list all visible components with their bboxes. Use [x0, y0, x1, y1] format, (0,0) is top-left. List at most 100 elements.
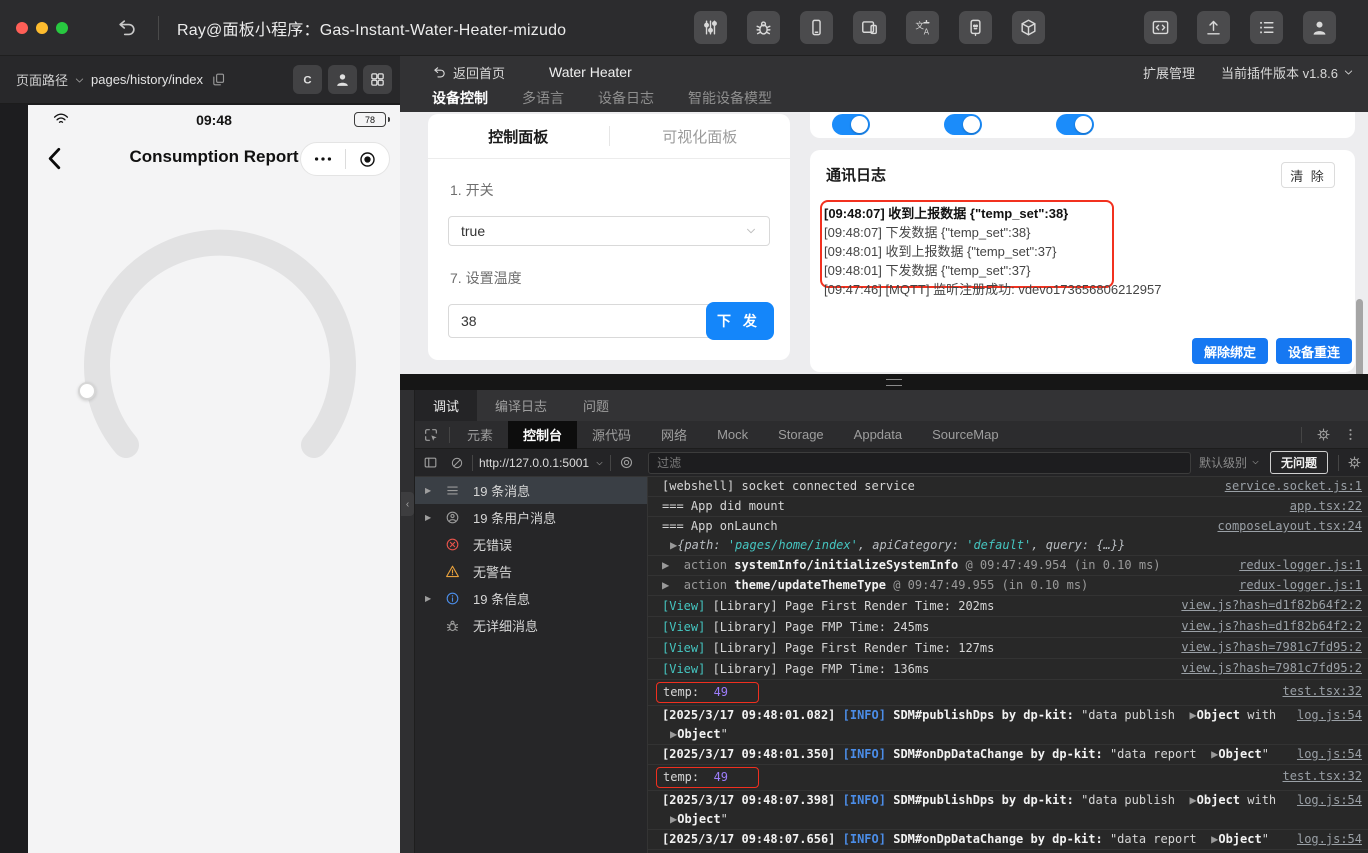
source-link[interactable]: composeLayout.tsx:24: [1218, 517, 1363, 536]
phone-simulator[interactable]: 09:48 78 Consumption Report: [28, 105, 400, 853]
compile-button[interactable]: C: [293, 65, 322, 94]
console-log-row[interactable]: [View] [Library] Page FMP Time: 136msvie…: [648, 659, 1368, 680]
expand-arrow-icon[interactable]: ▶: [425, 486, 431, 495]
console-log-row[interactable]: [2025/3/17 09:48:07.656] [INFO] SDM#onDp…: [648, 830, 1368, 850]
capsule-menu-button[interactable]: [301, 148, 345, 170]
panel-tab-Mock[interactable]: Mock: [702, 421, 763, 449]
device-face-button[interactable]: [959, 11, 992, 44]
source-link[interactable]: log.js:54: [1297, 706, 1362, 725]
console-log-row[interactable]: === App did mountapp.tsx:22: [648, 497, 1368, 517]
list-menu-button[interactable]: [1250, 11, 1283, 44]
device-tab-多语言[interactable]: 多语言: [522, 88, 564, 108]
console-sidebar-item[interactable]: 无错误: [415, 531, 647, 558]
console-tab-编译日志[interactable]: 编译日志: [477, 390, 565, 421]
source-link[interactable]: test.tsx:32: [1283, 682, 1362, 701]
panel-tab-Storage[interactable]: Storage: [763, 421, 839, 449]
console-log-row[interactable]: temp: 49test.tsx:32: [648, 765, 1368, 791]
console-sidebar-item[interactable]: ▶19 条信息: [415, 585, 647, 612]
console-log-row[interactable]: ▶ action theme/updateThemeType @ 09:47:4…: [648, 576, 1368, 596]
remote-debug-button[interactable]: [853, 11, 886, 44]
consumption-gauge[interactable]: [28, 213, 400, 513]
grid-button[interactable]: [363, 65, 392, 94]
live-expression-icon[interactable]: [619, 455, 634, 470]
console-log-row[interactable]: [2025/3/17 09:48:01.350] [INFO] SDM#onDp…: [648, 745, 1368, 765]
log-object-preview[interactable]: ▶Object": [662, 725, 1362, 744]
console-tab-问题[interactable]: 问题: [565, 390, 627, 421]
dp-toggle-switch[interactable]: [944, 114, 982, 135]
issues-button[interactable]: 无问题: [1270, 451, 1328, 474]
tune-button[interactable]: [694, 11, 727, 44]
panel-tab-SourceMap[interactable]: SourceMap: [917, 421, 1013, 449]
minimize-window-button[interactable]: [36, 22, 48, 34]
log-object-preview[interactable]: ▶Object": [662, 810, 1362, 829]
more-options-icon[interactable]: [1343, 427, 1358, 442]
source-link[interactable]: view.js?hash=d1f82b64f2:2: [1181, 617, 1362, 636]
dp-toggle-switch[interactable]: [1056, 114, 1094, 135]
console-sidebar-item[interactable]: 无详细消息: [415, 612, 647, 639]
panel-splitter[interactable]: [400, 374, 1368, 390]
console-log-row[interactable]: [View] [Library] Page First Render Time:…: [648, 638, 1368, 659]
chevron-down-icon[interactable]: [74, 75, 85, 86]
cube-button[interactable]: [1012, 11, 1045, 44]
source-link[interactable]: view.js?hash=d1f82b64f2:2: [1181, 596, 1362, 615]
console-sidebar-item[interactable]: ▶19 条消息: [415, 477, 647, 504]
close-window-button[interactable]: [16, 22, 28, 34]
source-link[interactable]: log.js:54: [1297, 791, 1362, 810]
log-level-select[interactable]: 默认级别: [1199, 454, 1260, 471]
translate-button[interactable]: 文A: [906, 11, 939, 44]
source-link[interactable]: redux-logger.js:1: [1239, 576, 1362, 595]
context-url[interactable]: http://127.0.0.1:5001: [479, 456, 589, 470]
settings-gear-icon[interactable]: [1316, 427, 1331, 442]
source-link[interactable]: view.js?hash=7981c7fd95:2: [1181, 638, 1362, 657]
collapse-panel-button[interactable]: ‹: [401, 492, 414, 516]
maximize-window-button[interactable]: [56, 22, 68, 34]
source-link[interactable]: test.tsx:32: [1283, 767, 1362, 786]
console-log-row[interactable]: [2025/3/17 09:48:07.398] [INFO] SDM#publ…: [648, 791, 1368, 830]
console-tab-调试[interactable]: 调试: [415, 390, 477, 421]
panel-tab-元素[interactable]: 元素: [452, 421, 508, 449]
reconnect-button[interactable]: 设备重连: [1276, 338, 1352, 364]
panel-tab-源代码[interactable]: 源代码: [577, 421, 646, 449]
source-link[interactable]: view.js?hash=7981c7fd95:2: [1181, 659, 1362, 678]
gauge-handle[interactable]: [78, 382, 96, 400]
send-button[interactable]: 下 发: [706, 302, 774, 340]
capsule-close-button[interactable]: [346, 150, 390, 169]
back-button[interactable]: [116, 17, 138, 39]
code-button[interactable]: [1144, 11, 1177, 44]
clear-console-icon[interactable]: [450, 456, 464, 470]
extension-manage-link[interactable]: 扩展管理: [1143, 63, 1195, 82]
panel-tab-控制台[interactable]: 控制台: [508, 421, 577, 449]
log-object-preview[interactable]: ▶{path: 'pages/home/index', apiCategory:…: [662, 536, 1362, 555]
expand-arrow-icon[interactable]: ▶: [425, 594, 431, 603]
user-button[interactable]: [1303, 11, 1336, 44]
back-home-button[interactable]: 返回首页: [432, 63, 505, 82]
plugin-version-select[interactable]: 当前插件版本 v1.8.6: [1221, 63, 1354, 82]
phone-button[interactable]: [800, 11, 833, 44]
device-tab-设备日志[interactable]: 设备日志: [598, 88, 654, 108]
traffic-lights[interactable]: [16, 22, 68, 34]
console-log-row[interactable]: [View] [Library] Page First Render Time:…: [648, 596, 1368, 617]
console-sidebar-item[interactable]: 无警告: [415, 558, 647, 585]
page-path-value[interactable]: pages/history/index: [91, 72, 203, 87]
console-log-row[interactable]: === App onLaunchcomposeLayout.tsx:24▶{pa…: [648, 517, 1368, 556]
inspect-element-button[interactable]: [415, 427, 447, 443]
source-link[interactable]: redux-logger.js:1: [1239, 556, 1362, 575]
console-log-row[interactable]: [View] [Library] Page FMP Time: 245msvie…: [648, 617, 1368, 638]
console-filter-input[interactable]: [648, 452, 1191, 474]
control-tab-控制面板[interactable]: 控制面板: [428, 126, 609, 147]
panel-tab-Appdata[interactable]: Appdata: [839, 421, 917, 449]
clear-log-button[interactable]: 清 除: [1281, 162, 1335, 188]
chevron-down-icon[interactable]: [595, 459, 604, 468]
switch-select[interactable]: true: [448, 216, 770, 246]
bug-button[interactable]: [747, 11, 780, 44]
console-log-row[interactable]: temp: 49test.tsx:32: [648, 680, 1368, 706]
source-link[interactable]: log.js:54: [1297, 745, 1362, 764]
toggle-sidebar-icon[interactable]: [423, 455, 438, 470]
user-button[interactable]: [328, 65, 357, 94]
device-tab-智能设备模型[interactable]: 智能设备模型: [688, 88, 772, 108]
copy-icon[interactable]: [211, 72, 226, 87]
console-log-row[interactable]: ▶ action systemInfo/initializeSystemInfo…: [648, 556, 1368, 576]
upload-button[interactable]: [1197, 11, 1230, 44]
console-log-row[interactable]: [2025/3/17 09:48:01.082] [INFO] SDM#publ…: [648, 706, 1368, 745]
console-settings-gear-icon[interactable]: [1347, 455, 1362, 470]
